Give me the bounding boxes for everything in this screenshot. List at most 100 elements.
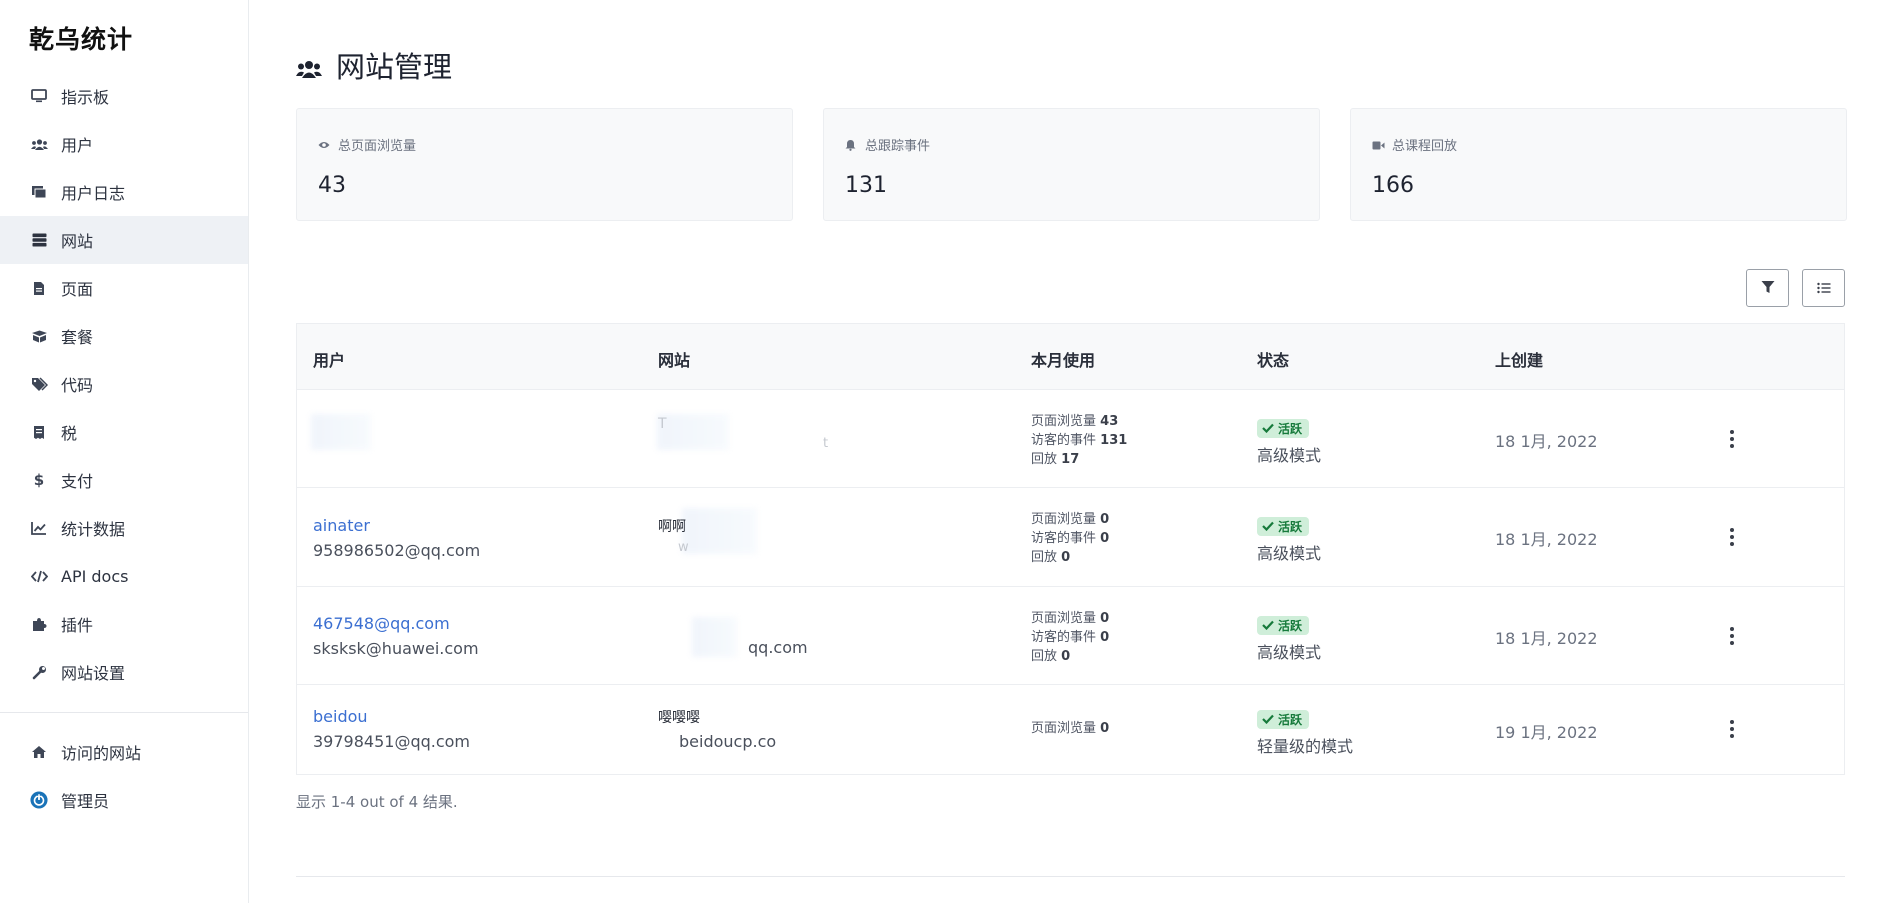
page-title-text: 网站管理 xyxy=(336,50,453,84)
sidebar-item-codes[interactable]: 代码 xyxy=(0,360,248,408)
usage-line: 回放 17 xyxy=(1031,450,1127,469)
usage-line: 页面浏览量 0 xyxy=(1031,719,1109,738)
usage-line: 页面浏览量 0 xyxy=(1031,510,1109,529)
usage-value: 0 xyxy=(1100,611,1110,626)
website-cell: qq.com xyxy=(658,614,808,657)
user-name-link[interactable]: 467548@qq.com xyxy=(313,614,479,633)
sidebar-item-label: 页面 xyxy=(61,280,94,299)
row-actions-button[interactable] xyxy=(1722,624,1742,648)
wrench-icon xyxy=(30,663,48,681)
website-url[interactable]: beidoucp.co xyxy=(679,732,776,751)
stat-label: 总课程回放 xyxy=(1392,139,1458,154)
created-date: 18 1月, 2022 xyxy=(1495,432,1598,451)
column-header-created[interactable]: 上创建 xyxy=(1495,347,1543,371)
website-url[interactable]: w xyxy=(678,540,689,555)
row-actions-button[interactable] xyxy=(1722,427,1742,451)
website-name: 嘤嘤嘤 xyxy=(658,710,700,726)
usage-line: 访客的事件 131 xyxy=(1031,431,1127,450)
sidebar-item-visit-site[interactable]: 访问的网站 xyxy=(0,728,248,776)
website-url[interactable]: t xyxy=(823,436,828,451)
usage-line: 访客的事件 0 xyxy=(1031,628,1109,647)
usage-value: 0 xyxy=(1061,649,1071,664)
user-email: 958986502@qq.com xyxy=(313,541,481,560)
column-header-status[interactable]: 状态 xyxy=(1257,347,1289,371)
list-view-button[interactable] xyxy=(1802,269,1845,307)
sidebar-item-payments[interactable]: $ 支付 xyxy=(0,456,248,504)
stat-card-events: 总跟踪事件 131 xyxy=(823,108,1320,221)
users-icon xyxy=(296,52,322,78)
list-icon xyxy=(1816,279,1831,298)
sidebar-item-label: 统计数据 xyxy=(61,520,126,539)
usage-value: 0 xyxy=(1061,550,1071,565)
sidebar-item-label: 管理员 xyxy=(61,792,110,811)
user-cell: ainater 958986502@qq.com xyxy=(313,516,480,560)
file-icon xyxy=(30,279,48,297)
usage-label: 页面浏览量 xyxy=(1031,611,1097,626)
usage-value: 131 xyxy=(1100,433,1128,448)
sidebar-item-admin[interactable]: 管理员 xyxy=(0,776,248,824)
usage-line: 页面浏览量 0 xyxy=(1031,609,1109,628)
footer-divider xyxy=(296,876,1845,877)
sidebar-item-tax[interactable]: 税 xyxy=(0,408,248,456)
sidebar-item-websites[interactable]: 网站 xyxy=(0,216,248,264)
user-name-link[interactable]: beidou xyxy=(313,707,470,726)
status-badge: 活跃 xyxy=(1257,516,1310,536)
sidebar-item-statistics[interactable]: 统计数据 xyxy=(0,504,248,552)
usage-value: 0 xyxy=(1100,630,1110,645)
sidebar-item-label: 套餐 xyxy=(61,328,94,347)
table-row[interactable]: T t 页面浏览量 43 访客的事件 131 回放 17 活跃 高级模式 18 … xyxy=(297,390,1844,488)
column-header-usage[interactable]: 本月使用 xyxy=(1031,347,1095,371)
sidebar-item-label: 网站设置 xyxy=(61,664,126,683)
sidebar-item-dashboard[interactable]: 指示板 xyxy=(0,72,248,120)
table-row[interactable]: ainater 958986502@qq.com 啊啊 w 页面浏览量 0 访客… xyxy=(297,488,1844,587)
sidebar-item-label: 税 xyxy=(61,424,78,443)
usage-label: 回放 xyxy=(1031,649,1058,664)
usage-value: 0 xyxy=(1100,721,1110,736)
users-icon xyxy=(30,135,48,153)
main-content: 网站管理 总页面浏览量 43 总跟踪事件 131 总课程回放 166 用户 网站… xyxy=(249,0,1894,903)
column-header-user[interactable]: 用户 xyxy=(313,347,345,371)
redacted-area xyxy=(682,508,757,554)
usage-line: 访客的事件 0 xyxy=(1031,529,1109,548)
stat-value: 43 xyxy=(318,173,346,198)
sidebar-item-plugins[interactable]: 插件 xyxy=(0,600,248,648)
usage-label: 回放 xyxy=(1031,550,1058,565)
table-row[interactable]: 467548@qq.com sksksk@huawei.com qq.com 页… xyxy=(297,587,1844,685)
sidebar-item-label: 网站 xyxy=(61,232,94,251)
sidebar-item-site-settings[interactable]: 网站设置 xyxy=(0,648,248,696)
column-header-website[interactable]: 网站 xyxy=(658,347,690,371)
sidebar-item-pages[interactable]: 页面 xyxy=(0,264,248,312)
sidebar-item-user-logs[interactable]: 用户日志 xyxy=(0,168,248,216)
sidebar-item-label: 访问的网站 xyxy=(61,744,142,763)
usage-value: 0 xyxy=(1100,512,1110,527)
monitor-icon xyxy=(30,87,48,105)
status-badge: 活跃 xyxy=(1257,615,1310,635)
user-name-link[interactable]: ainater xyxy=(313,516,480,535)
usage-label: 访客的事件 xyxy=(1031,531,1097,546)
table-row[interactable]: beidou 39798451@qq.com 嘤嘤嘤 beidoucp.co 页… xyxy=(297,685,1844,774)
usage-value: 17 xyxy=(1061,452,1080,467)
brand-logo[interactable]: 乾乌统计 xyxy=(29,20,133,56)
row-actions-button[interactable] xyxy=(1722,525,1742,549)
filter-button[interactable] xyxy=(1746,269,1789,307)
sidebar-nav: 指示板 用户 用户日志 网站 页面 套餐 代码 税 $ 支付 统计数据 API … xyxy=(0,72,248,696)
status-cell: 活跃 高级模式 xyxy=(1257,418,1321,466)
sidebar-item-plans[interactable]: 套餐 xyxy=(0,312,248,360)
sidebar-item-api-docs[interactable]: API docs xyxy=(0,552,248,600)
stat-card-pageviews: 总页面浏览量 43 xyxy=(296,108,793,221)
row-actions-button[interactable] xyxy=(1722,717,1742,741)
usage-label: 页面浏览量 xyxy=(1031,512,1097,527)
pagination-summary: 显示 1-4 out of 4 结果. xyxy=(296,793,458,811)
website-url[interactable]: qq.com xyxy=(748,638,808,657)
table-header: 用户 网站 本月使用 状态 上创建 xyxy=(297,324,1844,390)
stat-label-row: 总跟踪事件 xyxy=(845,135,930,154)
power-icon xyxy=(30,791,48,809)
stat-value: 166 xyxy=(1372,173,1414,198)
sidebar-item-label: 用户日志 xyxy=(61,184,126,203)
receipt-icon xyxy=(30,423,48,441)
website-name: T xyxy=(658,416,667,432)
sidebar-item-label: API docs xyxy=(61,566,129,586)
sidebar-item-users[interactable]: 用户 xyxy=(0,120,248,168)
status-badge: 活跃 xyxy=(1257,709,1310,729)
plan-mode: 高级模式 xyxy=(1257,445,1322,465)
